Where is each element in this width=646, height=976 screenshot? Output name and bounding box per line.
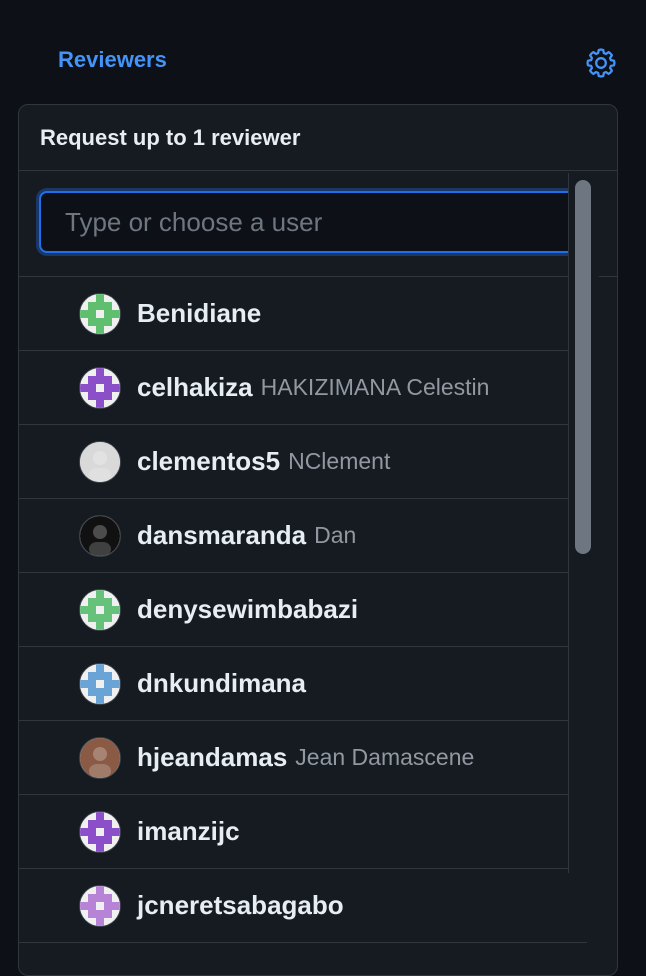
user-row-dnkundimana[interactable]: dnkundimana	[19, 647, 587, 721]
user-list: Benidiane celhakiza HAKIZIMANA Celestin cle…	[19, 277, 617, 943]
avatar	[79, 292, 121, 335]
user-row-benidiane[interactable]: Benidiane	[19, 277, 587, 351]
avatar	[79, 440, 121, 483]
user-login: celhakiza	[137, 372, 253, 402]
avatar	[79, 514, 121, 557]
user-full-name: Dan	[314, 522, 357, 548]
scrollbar-thumb[interactable]	[575, 180, 591, 554]
avatar	[79, 884, 121, 927]
user-login: hjeandamas	[137, 742, 288, 772]
user-row-imanzijc[interactable]: imanzijc	[19, 795, 587, 869]
dropdown-title: Request up to 1 reviewer	[19, 105, 617, 171]
user-login: clementos5	[137, 446, 281, 476]
user-login: dnkundimana	[137, 668, 307, 698]
user-row-denysewimbabazi[interactable]: denysewimbabazi	[19, 573, 587, 647]
filter-container	[19, 171, 617, 277]
reviewers-dropdown: Request up to 1 reviewer Benidiane celhak…	[18, 104, 618, 976]
avatar	[79, 588, 121, 631]
user-row-hjeandamas[interactable]: hjeandamas Jean Damascene	[19, 721, 587, 795]
user-full-name: NClement	[288, 448, 391, 474]
user-login: imanzijc	[137, 816, 240, 846]
avatar	[79, 736, 121, 779]
user-login: denysewimbabazi	[137, 594, 359, 624]
user-full-name: Jean Damascene	[295, 744, 475, 770]
gear-icon[interactable]	[584, 46, 618, 80]
avatar	[79, 810, 121, 853]
user-row-celhakiza[interactable]: celhakiza HAKIZIMANA Celestin	[19, 351, 587, 425]
user-row-dansmaranda[interactable]: dansmaranda Dan	[19, 499, 587, 573]
avatar	[79, 662, 121, 705]
reviewers-title[interactable]: Reviewers	[58, 47, 167, 73]
user-login: Benidiane	[137, 298, 262, 328]
user-row-jcneretsabagabo[interactable]: jcneretsabagabo	[19, 869, 587, 943]
avatar	[79, 366, 121, 409]
user-row-clementos5[interactable]: clementos5 NClement	[19, 425, 587, 499]
reviewers-header: Reviewers	[0, 0, 646, 104]
user-login: jcneretsabagabo	[137, 890, 344, 920]
user-filter-input[interactable]	[39, 191, 595, 253]
user-login: dansmaranda	[137, 520, 307, 550]
user-full-name: HAKIZIMANA Celestin	[260, 374, 490, 400]
